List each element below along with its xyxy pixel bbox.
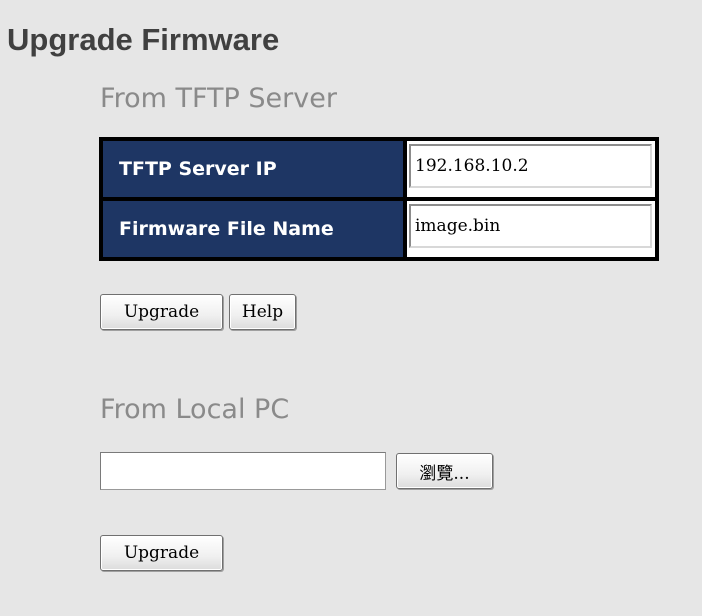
tftp-server-ip-input[interactable]: [409, 144, 652, 188]
tftp-server-ip-label: TFTP Server IP: [103, 141, 403, 197]
firmware-file-name-cell: [407, 201, 655, 257]
help-button[interactable]: Help: [229, 294, 296, 330]
browse-button[interactable]: 瀏覽...: [396, 453, 493, 489]
page-title: Upgrade Firmware: [7, 22, 280, 57]
tftp-upgrade-button[interactable]: Upgrade: [100, 294, 223, 330]
tftp-section-heading: From TFTP Server: [100, 83, 337, 114]
firmware-file-name-label: Firmware File Name: [103, 201, 403, 257]
tftp-settings-table: TFTP Server IP Firmware File Name: [99, 137, 659, 261]
firmware-file-name-input[interactable]: [409, 204, 652, 248]
firmware-file-name-row: Firmware File Name: [103, 201, 655, 257]
local-file-path-input[interactable]: [100, 452, 386, 490]
tftp-server-ip-row: TFTP Server IP: [103, 141, 655, 197]
local-upgrade-button[interactable]: Upgrade: [100, 535, 223, 571]
local-pc-section-heading: From Local PC: [100, 394, 290, 425]
tftp-server-ip-cell: [407, 141, 655, 197]
